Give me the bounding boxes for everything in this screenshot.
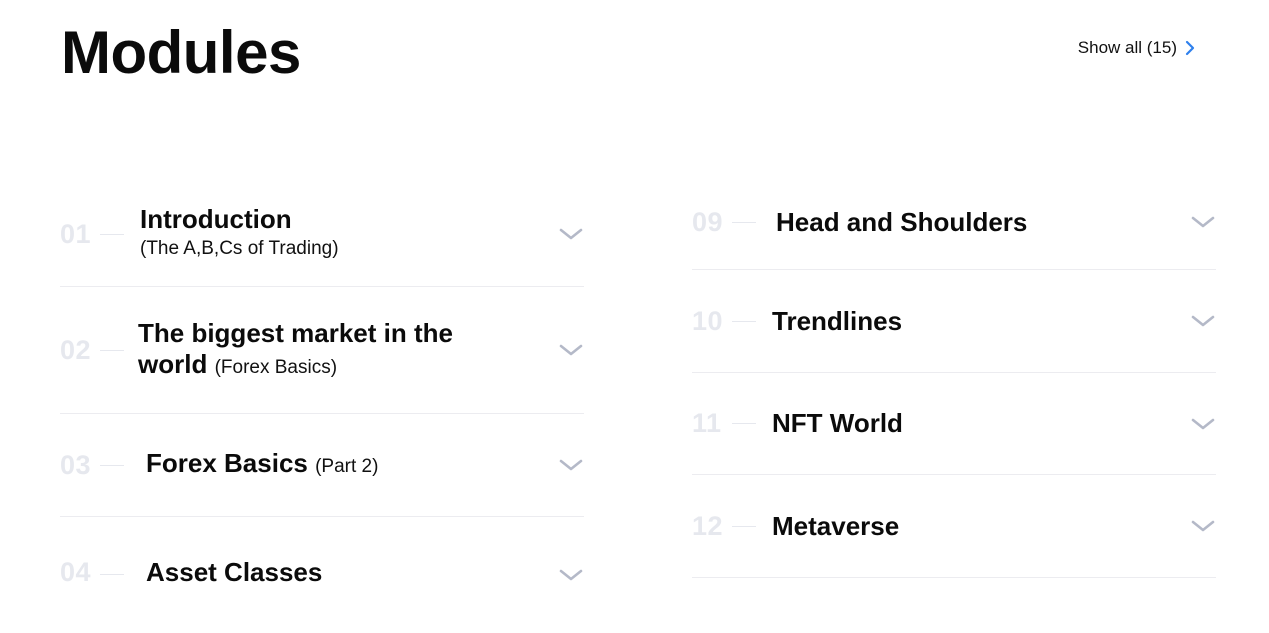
number-dash: [100, 233, 124, 235]
module-title: Head and Shoulders: [776, 206, 1028, 237]
number-dash: [732, 221, 756, 223]
module-item-04[interactable]: 04 Asset Classes: [60, 517, 584, 633]
show-all-link[interactable]: Show all (15): [1078, 38, 1195, 58]
chevron-down-icon[interactable]: [1190, 214, 1216, 230]
module-title: NFT World: [772, 408, 903, 438]
chevron-down-icon[interactable]: [1190, 518, 1216, 534]
module-subtitle: (The A,B,Cs of Trading): [140, 237, 339, 259]
chevron-down-icon[interactable]: [1190, 416, 1216, 432]
module-title-line-2: world: [138, 348, 208, 379]
chevron-down-icon[interactable]: [558, 457, 584, 473]
module-subtitle: (Part 2): [315, 456, 379, 477]
chevron-down-icon[interactable]: [558, 342, 584, 358]
chevron-down-icon[interactable]: [558, 567, 584, 583]
module-item-11[interactable]: 11 NFT World: [692, 373, 1216, 475]
chevron-right-icon: [1185, 40, 1195, 56]
module-item-09[interactable]: 09 Head and Shoulders: [692, 175, 1216, 270]
module-title: Metaverse: [772, 510, 900, 541]
module-title: Forex Basics: [146, 448, 308, 478]
module-title: Trendlines: [772, 305, 903, 336]
module-number: 12: [692, 510, 724, 541]
module-item-03[interactable]: 03 Forex Basics (Part 2): [60, 414, 584, 517]
module-number: 10: [692, 305, 724, 336]
number-dash: [100, 349, 124, 351]
module-number: 01: [60, 218, 92, 249]
number-dash: [732, 423, 756, 424]
module-title-line-1: The biggest market in the: [138, 317, 453, 348]
module-item-01[interactable]: 01 Introduction (The A,B,Cs of Trading): [60, 182, 584, 287]
show-all-label: Show all (15): [1077, 38, 1177, 57]
module-subtitle: (Forex Basics): [214, 356, 338, 378]
module-title: Introduction: [140, 203, 292, 234]
module-item-12[interactable]: 12 Metaverse: [692, 475, 1216, 578]
number-dash: [732, 525, 756, 527]
modules-list-right: 09 Head and Shoulders 10 Trendlines 11 N…: [692, 175, 1216, 578]
number-dash: [100, 464, 124, 466]
module-title: Asset Classes: [146, 557, 323, 587]
number-dash: [100, 574, 124, 575]
module-number: 09: [692, 206, 724, 237]
module-number: 11: [692, 408, 722, 438]
module-number: 03: [60, 449, 92, 480]
module-number: 04: [60, 557, 92, 587]
chevron-down-icon[interactable]: [558, 226, 584, 242]
chevron-down-icon[interactable]: [1190, 313, 1216, 329]
page-title: Modules: [61, 19, 301, 86]
modules-list-left: 01 Introduction (The A,B,Cs of Trading) …: [60, 182, 584, 633]
number-dash: [732, 320, 756, 322]
module-number: 02: [60, 334, 92, 365]
module-item-02[interactable]: 02 The biggest market in the world (Fore…: [60, 287, 584, 414]
module-item-10[interactable]: 10 Trendlines: [692, 270, 1216, 373]
